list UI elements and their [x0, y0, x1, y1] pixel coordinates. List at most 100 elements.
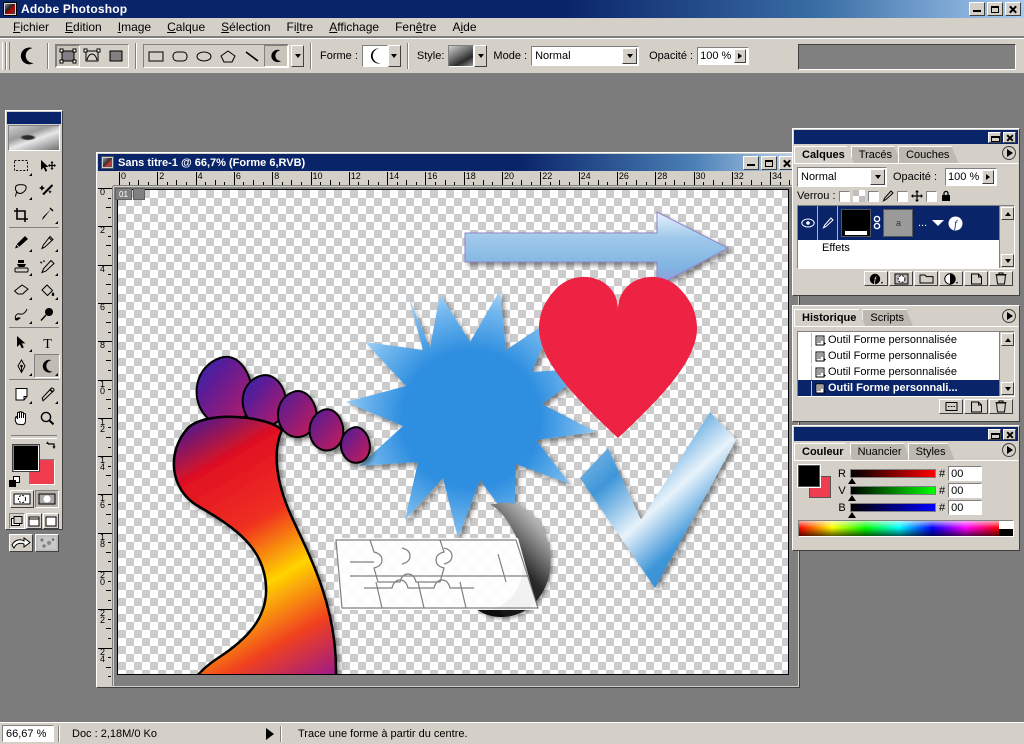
layer-effects-row[interactable]: Effets [798, 240, 999, 256]
healing-brush-tool[interactable] [8, 230, 34, 254]
green-field[interactable]: 00 [948, 483, 983, 498]
history-scrollbar[interactable] [999, 332, 1014, 396]
eyedropper-tool[interactable] [34, 382, 60, 406]
palette-menu-icon[interactable] [1002, 146, 1016, 160]
menu-aide[interactable]: Aide [444, 18, 484, 36]
red-slider[interactable] [848, 469, 936, 484]
slider-thumb[interactable] [848, 495, 856, 501]
zoom-tool[interactable] [34, 406, 60, 430]
restore-icon[interactable] [987, 2, 1003, 16]
menu-image[interactable]: Image [110, 18, 159, 36]
layer-mask-thumbnail[interactable]: a [883, 209, 913, 237]
history-list[interactable]: Outil Forme personnalisée Outil Forme pe… [797, 331, 1015, 397]
list-item[interactable]: Outil Forme personnalisée [798, 364, 999, 380]
link-icon[interactable] [873, 212, 881, 234]
blur-tool[interactable] [8, 302, 34, 326]
scroll-down-icon[interactable] [1001, 254, 1014, 267]
canvas-tab-mask[interactable] [132, 188, 145, 200]
type-tool[interactable]: T [34, 330, 60, 354]
custom-shape-tool-button[interactable] [264, 45, 288, 67]
notes-tool[interactable] [8, 382, 34, 406]
close-icon[interactable] [1005, 2, 1021, 16]
paint-bucket-tool[interactable] [34, 278, 60, 302]
new-document-from-state-button[interactable] [939, 399, 963, 414]
scroll-up-icon[interactable] [1001, 207, 1014, 220]
history-snapshot-checkbox[interactable] [798, 364, 812, 380]
history-snapshot-checkbox[interactable] [798, 380, 812, 396]
vertical-ruler[interactable]: 0 2 4 6 8 10 12 14 16 18 20 22 24 [98, 186, 113, 686]
rectangle-tool-button[interactable] [144, 45, 168, 67]
tab-couches[interactable]: Couches [898, 146, 958, 163]
blue-field[interactable]: 00 [948, 500, 983, 515]
shape-preview[interactable] [361, 45, 388, 67]
style-dropdown[interactable] [474, 45, 488, 67]
menu-filtre[interactable]: Filtre [279, 18, 322, 36]
layer-opacity-input[interactable]: 100 % [945, 168, 998, 186]
chevron-down-icon[interactable] [931, 218, 945, 228]
marquee-tool[interactable] [8, 154, 34, 178]
scroll-up-icon[interactable] [1001, 333, 1014, 346]
list-item[interactable]: Outil Forme personnalisée [798, 348, 999, 364]
scroll-down-icon[interactable] [1001, 382, 1014, 395]
palette-titlebar[interactable] [794, 427, 1018, 441]
spectrum-gradient[interactable] [799, 521, 999, 536]
slice-tool[interactable] [34, 202, 60, 226]
options-bar-grip[interactable] [2, 42, 10, 70]
menu-edition[interactable]: Edition [57, 18, 110, 36]
imageready-preview-button[interactable] [35, 534, 59, 552]
history-snapshot-checkbox[interactable] [798, 332, 812, 348]
tab-calques[interactable]: Calques [794, 146, 854, 163]
chevron-down-icon[interactable] [622, 48, 638, 64]
minimize-icon[interactable] [988, 428, 1001, 440]
active-tool-icon[interactable] [13, 42, 41, 70]
custom-shape-tool[interactable] [34, 354, 60, 378]
tab-scripts[interactable]: Scripts [862, 309, 913, 326]
layers-scrollbar[interactable] [999, 206, 1014, 268]
layer-thumbnail[interactable] [841, 209, 871, 237]
history-brush-tool[interactable] [34, 254, 60, 278]
lock-image-pixels-checkbox[interactable] [867, 190, 879, 202]
paths-mode-button[interactable] [80, 45, 104, 67]
fill-pixels-mode-button[interactable] [104, 45, 128, 67]
zoom-level-field[interactable]: 66,67 % [2, 725, 54, 742]
menu-selection[interactable]: Sélection [213, 18, 278, 36]
hand-tool[interactable] [8, 406, 34, 430]
layer-blend-mode-select[interactable]: Normal [797, 167, 887, 187]
crop-tool[interactable] [8, 202, 34, 226]
full-screen-menubar-mode-button[interactable] [26, 513, 42, 529]
blue-slider[interactable] [848, 503, 936, 518]
canvas[interactable] [117, 189, 789, 675]
tab-styles[interactable]: Styles [908, 443, 955, 460]
palette-well[interactable] [798, 44, 1016, 70]
close-icon[interactable] [1003, 131, 1016, 143]
table-row[interactable]: a ... f [798, 206, 999, 240]
adjustment-layer-button[interactable] [939, 271, 963, 286]
color-spectrum-bar[interactable] [798, 520, 1014, 537]
lock-position-checkbox[interactable] [896, 190, 908, 202]
layer-visibility-toggle[interactable] [798, 206, 818, 240]
opacity-stepper[interactable] [734, 49, 747, 63]
palette-titlebar[interactable] [794, 130, 1018, 144]
layer-opacity-stepper[interactable] [982, 170, 995, 184]
tab-nuancier[interactable]: Nuancier [850, 443, 911, 460]
tab-couleur[interactable]: Couleur [794, 443, 853, 460]
eraser-tool[interactable] [8, 278, 34, 302]
minimize-icon[interactable] [969, 2, 985, 16]
slider-thumb[interactable] [848, 512, 856, 518]
lasso-tool[interactable] [8, 178, 34, 202]
shape-preview-dropdown[interactable] [387, 45, 401, 67]
palette-foreground-swatch[interactable] [797, 464, 821, 488]
shape-tools-dropdown[interactable] [291, 45, 304, 67]
quick-mask-mode-button[interactable] [34, 490, 59, 508]
tab-historique[interactable]: Historique [794, 309, 865, 326]
fx-icon[interactable]: f [948, 216, 963, 231]
standard-mode-button[interactable] [9, 490, 34, 508]
restore-icon[interactable] [761, 156, 777, 170]
close-icon[interactable] [1003, 428, 1016, 440]
layer-list[interactable]: a ... f Effets [797, 205, 1015, 269]
style-preview[interactable] [448, 45, 475, 67]
list-item[interactable]: Outil Forme personnali... [798, 380, 999, 396]
red-field[interactable]: 00 [948, 466, 983, 481]
palette-menu-icon[interactable] [1002, 443, 1016, 457]
lock-all-checkbox[interactable] [925, 190, 937, 202]
